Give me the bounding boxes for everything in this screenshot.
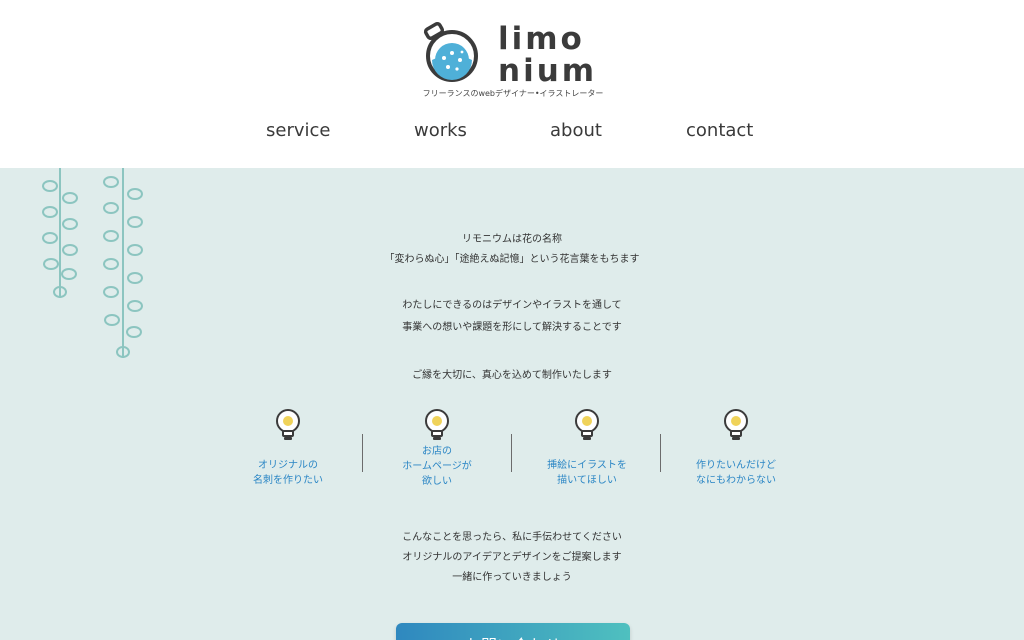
logo-text-line2: nium	[498, 53, 598, 89]
intro-line: 事業への想いや課題を形にして解決することです	[402, 322, 622, 333]
feature-label: オリジナルの	[258, 460, 318, 471]
intro-line: リモニウムは花の名称	[462, 234, 562, 245]
logo-text-line1: limo	[498, 21, 585, 57]
feature-label: なにもわからない	[696, 475, 776, 486]
main-nav: service works about contact	[0, 120, 1024, 146]
lightbulb-icon	[575, 409, 599, 440]
feature-item: お店の ホームページが 欲しい	[372, 408, 502, 489]
feature-item: オリジナルの 名刺を作りたい	[223, 408, 353, 488]
feature-item: 挿絵にイラストを 描いてほしい	[522, 408, 652, 488]
outro-line: 一緒に作っていきましょう	[452, 572, 572, 583]
tagline: フリーランスのwebデザイナー•イラストレーター	[422, 89, 604, 98]
feature-label: 欲しい	[422, 476, 452, 487]
outro-line: オリジナルのアイデアとデザインをご提案します	[402, 552, 622, 563]
intro-line: ご縁を大切に、真心を込めて制作いたします	[412, 370, 612, 381]
intro-section: リモニウムは花の名称 「変わらぬ心」「途絶えぬ記憶」という花言葉をもちます わた…	[0, 168, 1024, 640]
contact-button[interactable]: お問い合わせ	[396, 623, 630, 640]
vine-decoration-right	[103, 168, 143, 358]
nav-link-works[interactable]: works	[414, 120, 467, 141]
feature-label: 挿絵にイラストを	[547, 460, 627, 471]
lightbulb-icon	[425, 409, 449, 440]
intro-line: 「変わらぬ心」「途絶えぬ記憶」という花言葉をもちます	[384, 254, 640, 265]
feature-label: 描いてほしい	[557, 475, 617, 486]
site-header: limo nium フリーランスのwebデザイナー•イラストレーター servi…	[0, 0, 1024, 168]
lightbulb-icon	[724, 409, 748, 440]
lightbulb-icon	[276, 409, 300, 440]
feature-label: ホームページが	[402, 461, 472, 472]
feature-item: 作りたいんだけど なにもわからない	[671, 408, 801, 488]
feature-label: 作りたいんだけど	[696, 460, 776, 471]
feature-divider	[362, 434, 363, 472]
jar-logo-icon	[423, 22, 478, 82]
feature-label: お店の	[422, 446, 452, 457]
nav-link-service[interactable]: service	[266, 120, 330, 141]
site-logo[interactable]: limo nium フリーランスのwebデザイナー•イラストレーター	[418, 18, 608, 100]
feature-divider	[511, 434, 512, 472]
nav-link-contact[interactable]: contact	[686, 120, 753, 141]
outro-line: こんなことを思ったら、私に手伝わせてください	[402, 532, 622, 543]
nav-link-about[interactable]: about	[550, 120, 602, 141]
feature-label: 名刺を作りたい	[253, 475, 323, 486]
feature-divider	[660, 434, 661, 472]
intro-line: わたしにできるのはデザインやイラストを通して	[402, 300, 622, 311]
